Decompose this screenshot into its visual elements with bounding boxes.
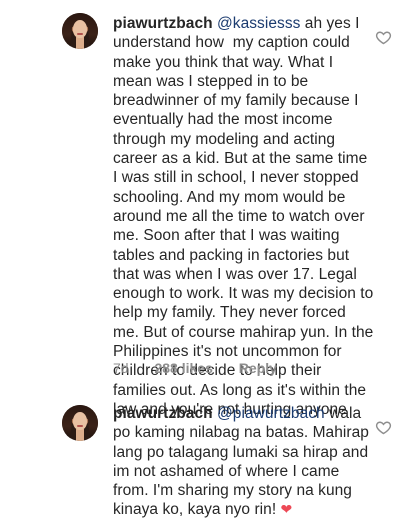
avatar[interactable] xyxy=(62,405,98,441)
comment-username[interactable]: piawurtzbach xyxy=(113,405,213,422)
avatar-lips xyxy=(77,425,83,427)
comment-body: piawurtzbach @piawurtzbach wala po kamin… xyxy=(113,404,375,520)
red-heart-emoji: ❤ xyxy=(280,501,293,518)
avatar-lips xyxy=(77,33,83,35)
comment-body: piawurtzbach @kassiesss ah yes I underst… xyxy=(113,14,375,419)
comment-mention[interactable]: @piawurtzbach xyxy=(217,405,325,422)
heart-outline-icon[interactable] xyxy=(375,29,392,46)
avatar[interactable] xyxy=(62,13,98,49)
comment-meta: 7d 288 likes Reply xyxy=(113,360,299,376)
comment-text: wala po kaming nilabag na batas. Mahirap… xyxy=(113,405,374,519)
avatar-face xyxy=(73,412,87,430)
comment-username[interactable]: piawurtzbach xyxy=(113,15,213,32)
avatar-neck xyxy=(76,37,84,49)
comment-text: ah yes I understand how my caption could… xyxy=(113,15,378,418)
comment-time: 7d xyxy=(113,360,129,376)
reply-button[interactable]: Reply xyxy=(239,360,277,376)
avatar-face xyxy=(73,20,87,38)
avatar-neck xyxy=(76,429,84,441)
comment-mention[interactable]: @kassiesss xyxy=(217,15,300,32)
heart-outline-icon[interactable] xyxy=(375,419,392,436)
comment-likes[interactable]: 288 likes xyxy=(154,360,212,376)
